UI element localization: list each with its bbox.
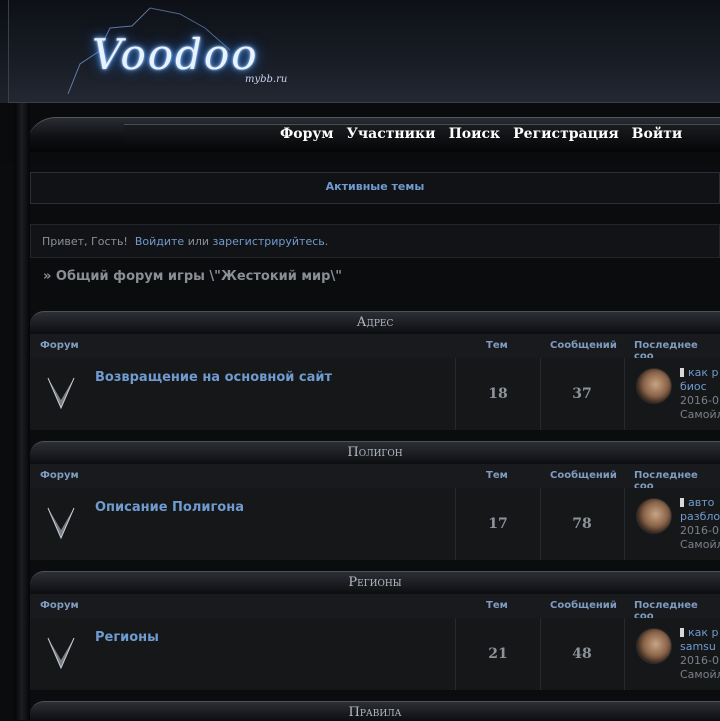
category-bar: Адрес bbox=[30, 311, 720, 334]
col-topics: Тем bbox=[486, 470, 508, 481]
nav-search[interactable]: Поиск bbox=[449, 126, 501, 142]
post-count: 48 bbox=[572, 646, 592, 662]
forum-row: Регионы 21 48 как р samsu 2016-0 Самойл bbox=[30, 618, 720, 691]
col-forum: Форум bbox=[40, 470, 79, 481]
last-post: как р samsu 2016-0 Самойл bbox=[680, 626, 720, 682]
post-count: 78 bbox=[572, 516, 592, 532]
category-bar: Полигон bbox=[30, 441, 720, 464]
active-topics-bar: Активные темы bbox=[30, 172, 720, 204]
nav-register[interactable]: Регистрация bbox=[513, 126, 619, 142]
col-posts: Сообщений bbox=[550, 470, 617, 481]
last-post-user: Самойл bbox=[680, 538, 720, 551]
category-title: Правила bbox=[348, 705, 402, 720]
column-header: Форум Тем Сообщений Последнее соо bbox=[30, 464, 720, 492]
last-post: авто разбло 2016-0 Самойл bbox=[680, 496, 720, 552]
category-title: Полигон bbox=[347, 445, 403, 460]
forum-breadcrumb: » Общий форум игры \"Жестокий мир\" bbox=[43, 269, 342, 284]
col-topics: Тем bbox=[486, 600, 508, 611]
last-post-link[interactable]: как р bbox=[688, 366, 719, 379]
login-link[interactable]: Войдите bbox=[135, 235, 184, 248]
avatar[interactable] bbox=[636, 498, 672, 534]
forum-v-icon bbox=[47, 377, 75, 410]
topic-count: 21 bbox=[488, 646, 508, 662]
greeting-period: . bbox=[324, 235, 329, 248]
last-post-link-cont[interactable]: разбло bbox=[680, 510, 720, 524]
register-link[interactable]: зарегистрируйтесь bbox=[213, 235, 325, 248]
nav-members[interactable]: Участники bbox=[347, 126, 436, 142]
category-title: Адрес bbox=[356, 315, 394, 330]
site-logo-sub: mybb.ru bbox=[245, 74, 288, 85]
forum-row: Возвращение на основной сайт 18 37 как р… bbox=[30, 358, 720, 431]
forum-title-link[interactable]: Описание Полигона bbox=[95, 500, 244, 515]
forum-title-link[interactable]: Регионы bbox=[95, 630, 159, 645]
col-forum: Форум bbox=[40, 600, 79, 611]
last-post-user: Самойл bbox=[680, 668, 720, 681]
last-post: как р биос 2016-0 Самойл bbox=[680, 366, 720, 422]
last-post-date: 2016-0 bbox=[680, 654, 719, 667]
nav-login[interactable]: Войти bbox=[632, 126, 683, 142]
last-post-date: 2016-0 bbox=[680, 524, 719, 537]
nav-forum[interactable]: Форум bbox=[280, 126, 334, 142]
greeting-prefix: Привет, Гость! bbox=[42, 235, 128, 248]
column-header: Форум Тем Сообщений Последнее соо bbox=[30, 594, 720, 622]
greeting-or: или bbox=[187, 235, 210, 248]
forum-v-icon bbox=[47, 637, 75, 670]
last-post-date: 2016-0 bbox=[680, 394, 719, 407]
header: Voodoo mybb.ru bbox=[0, 0, 720, 103]
forum-row: Описание Полигона 17 78 авто разбло 2016… bbox=[30, 488, 720, 561]
column-header: Форум Тем Сообщений Последнее соо bbox=[30, 334, 720, 362]
pin-icon bbox=[680, 628, 684, 637]
greeting-panel: Привет, Гость! Войдите или зарегистрируй… bbox=[30, 224, 720, 258]
active-topics-link[interactable]: Активные темы bbox=[31, 180, 719, 193]
forum-v-icon bbox=[47, 507, 75, 540]
col-forum: Форум bbox=[40, 340, 79, 351]
avatar[interactable] bbox=[636, 368, 672, 404]
topic-count: 18 bbox=[488, 386, 508, 402]
col-posts: Сообщений bbox=[550, 600, 617, 611]
main-nav: Форум Участники Поиск Регистрация Войти bbox=[280, 126, 682, 142]
category-title: Регионы bbox=[348, 575, 402, 590]
post-count: 37 bbox=[572, 386, 592, 402]
left-rail bbox=[14, 103, 30, 720]
greeting-text: Привет, Гость! Войдите или зарегистрируй… bbox=[42, 235, 328, 248]
avatar[interactable] bbox=[636, 628, 672, 664]
topic-count: 17 bbox=[488, 516, 508, 532]
last-post-link[interactable]: как р bbox=[688, 626, 719, 639]
pin-icon bbox=[680, 368, 684, 377]
pin-icon bbox=[680, 498, 684, 507]
col-topics: Тем bbox=[486, 340, 508, 351]
last-post-link[interactable]: авто bbox=[688, 496, 714, 509]
site-logo[interactable]: Voodoo bbox=[92, 30, 259, 79]
col-posts: Сообщений bbox=[550, 340, 617, 351]
forum-title-link[interactable]: Возвращение на основной сайт bbox=[95, 370, 332, 385]
last-post-link-cont[interactable]: samsu bbox=[680, 640, 720, 654]
category-bar: Правила bbox=[30, 701, 720, 721]
category-bar: Регионы bbox=[30, 571, 720, 594]
last-post-user: Самойл bbox=[680, 408, 720, 421]
last-post-link-cont[interactable]: биос bbox=[680, 380, 720, 394]
